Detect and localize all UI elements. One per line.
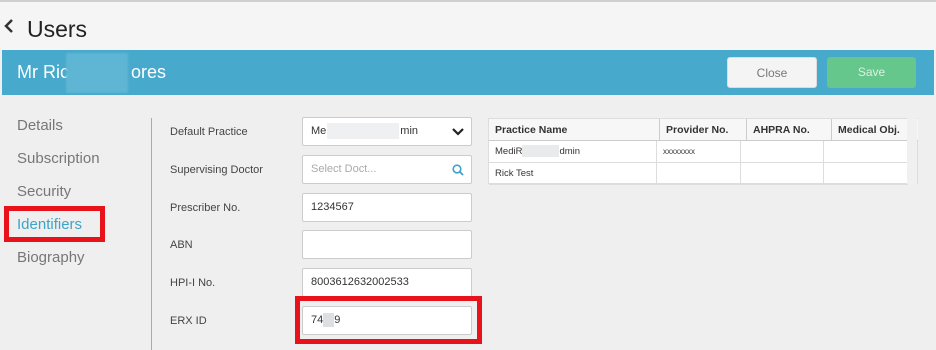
- default-practice-select[interactable]: Me min: [302, 117, 472, 146]
- table-cell-medical-obj[interactable]: [824, 163, 908, 185]
- column-header-practice-name[interactable]: Practice Name: [489, 119, 660, 141]
- hpi-i-no-input[interactable]: 8003612632002533: [302, 268, 472, 297]
- erx-id-label: ERX ID: [170, 315, 207, 327]
- column-header-ahpra-no[interactable]: AHPRA No.: [747, 119, 832, 141]
- supervising-doctor-input[interactable]: Select Doct...: [302, 155, 472, 184]
- table-scrollbar[interactable]: [907, 118, 917, 184]
- table-cell-provider-no[interactable]: [657, 163, 741, 185]
- abn-label: ABN: [170, 239, 193, 251]
- table-cell-ahpra-no[interactable]: [741, 141, 824, 163]
- table-cell-ahpra-no[interactable]: [741, 163, 824, 185]
- redaction-blur: [66, 53, 128, 93]
- table-cell-provider-no[interactable]: xxxxxxxx: [657, 141, 741, 163]
- close-button[interactable]: Close: [727, 57, 817, 88]
- default-practice-value-start: Me: [311, 125, 327, 137]
- erx-id-highlight-box: [295, 296, 482, 344]
- default-practice-value-end: min: [400, 125, 419, 137]
- back-chevron-icon[interactable]: [3, 16, 17, 36]
- user-name-start: Mr Ric: [17, 62, 69, 82]
- table-cell-medical-obj[interactable]: [824, 141, 908, 163]
- user-card: Mr Ric ores Close Save Details Subscripti…: [2, 50, 934, 350]
- default-practice-label: Default Practice: [170, 126, 248, 138]
- table-cell-practice-name[interactable]: Rick Test: [489, 163, 657, 185]
- abn-input[interactable]: [302, 230, 472, 259]
- prescriber-no-input[interactable]: 1234567: [302, 193, 472, 222]
- practice-name-start: MediR: [495, 146, 523, 157]
- sidebar-item-biography[interactable]: Biography: [17, 249, 85, 266]
- sidebar-item-security[interactable]: Security: [17, 183, 71, 200]
- sidebar-item-subscription[interactable]: Subscription: [17, 150, 100, 167]
- supervising-doctor-placeholder: Select Doct...: [311, 163, 377, 175]
- sidebar-item-details[interactable]: Details: [17, 117, 63, 134]
- table-cell-practice-name[interactable]: MediR dmin: [489, 141, 657, 163]
- prescriber-no-label: Prescriber No.: [170, 202, 241, 214]
- identifiers-highlight-box: [4, 206, 105, 242]
- card-header: Mr Ric ores Close Save: [2, 50, 934, 95]
- hpi-i-no-label: HPI-I No.: [170, 277, 216, 289]
- search-icon[interactable]: [452, 164, 464, 176]
- page-title: Users: [27, 16, 88, 42]
- practices-table: Practice Name Provider No. AHPRA No. Med…: [488, 118, 918, 185]
- vertical-divider: [151, 118, 152, 350]
- chevron-down-icon: [452, 128, 464, 136]
- page-header: Users: [0, 2, 936, 50]
- supervising-doctor-label: Supervising Doctor: [170, 164, 263, 176]
- practice-name-end: dmin: [559, 146, 581, 157]
- user-name-end: ores: [131, 62, 167, 82]
- save-button[interactable]: Save: [827, 57, 916, 88]
- column-header-medical-obj[interactable]: Medical Obj.: [832, 119, 918, 141]
- column-header-provider-no[interactable]: Provider No.: [660, 119, 747, 141]
